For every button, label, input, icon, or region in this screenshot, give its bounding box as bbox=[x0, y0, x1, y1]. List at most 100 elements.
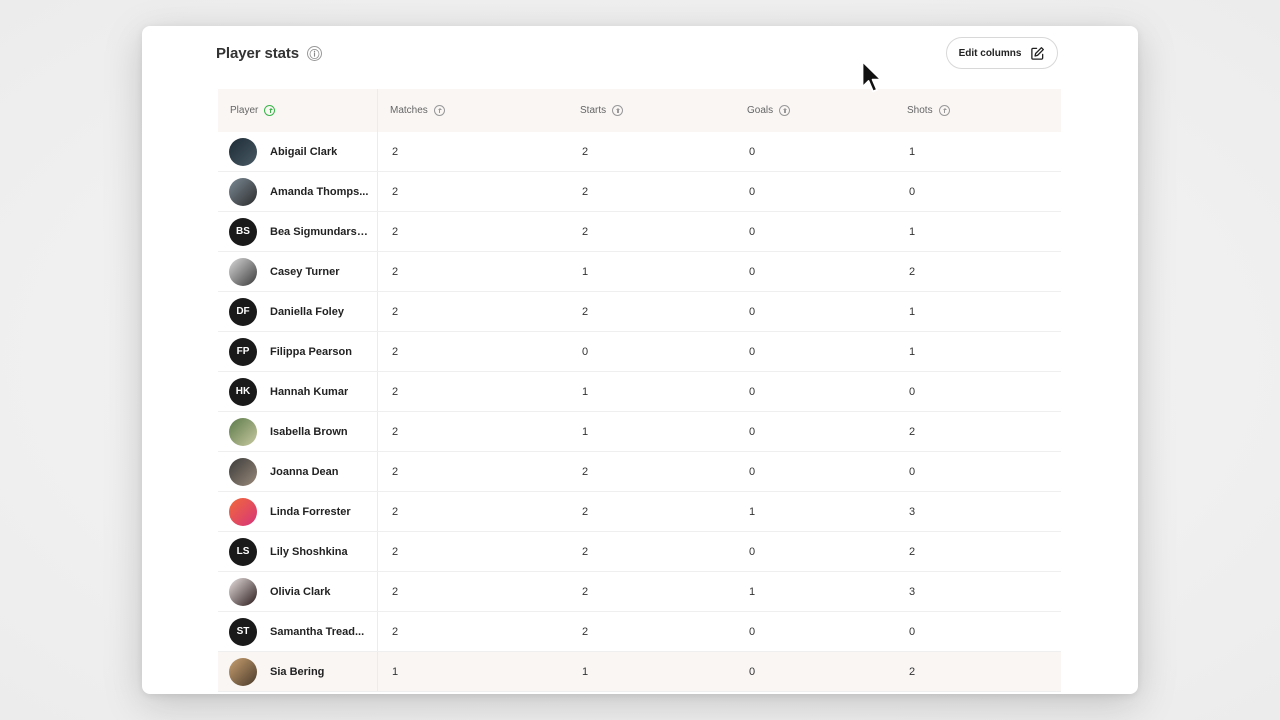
avatar bbox=[229, 657, 257, 686]
goals-cell: 0 bbox=[749, 425, 756, 438]
sort-arrow-icon[interactable] bbox=[938, 105, 950, 116]
goals-cell: 0 bbox=[749, 225, 756, 238]
avatar: ST bbox=[229, 617, 257, 646]
player-name: Olivia Clark bbox=[270, 585, 331, 598]
sort-arrow-icon[interactable] bbox=[433, 105, 445, 116]
column-header-player[interactable]: Player bbox=[218, 89, 378, 132]
player-cell[interactable]: Casey Turner bbox=[218, 252, 378, 291]
starts-cell: 2 bbox=[582, 465, 589, 478]
shots-cell: 0 bbox=[909, 185, 916, 198]
table-row[interactable]: Linda Forrester 2 2 1 3 bbox=[218, 492, 1061, 532]
table-row[interactable]: HK Hannah Kumar 2 1 0 0 bbox=[218, 372, 1061, 412]
column-header-shots[interactable]: Shots bbox=[895, 89, 1061, 132]
sort-arrow-icon[interactable] bbox=[264, 105, 276, 116]
goals-cell: 0 bbox=[749, 265, 756, 278]
shots-cell: 2 bbox=[909, 545, 916, 558]
table-row[interactable]: BS Bea Sigmundarson 2 2 0 1 bbox=[218, 212, 1061, 252]
matches-cell: 2 bbox=[392, 465, 399, 478]
edit-columns-label: Edit columns bbox=[958, 47, 1022, 59]
matches-cell: 2 bbox=[392, 425, 399, 438]
column-header-label: Starts bbox=[580, 105, 607, 116]
player-cell[interactable]: DF Daniella Foley bbox=[218, 292, 378, 331]
stats-table: Player Matches Starts Goals Shots Abigail Cl… bbox=[218, 89, 1061, 692]
starts-cell: 1 bbox=[582, 385, 589, 398]
matches-cell: 2 bbox=[392, 625, 399, 638]
table-row[interactable]: Olivia Clark 2 2 1 3 bbox=[218, 572, 1061, 612]
player-name: Daniella Foley bbox=[270, 305, 344, 318]
player-name: Sia Bering bbox=[270, 665, 325, 678]
player-cell[interactable]: BS Bea Sigmundarson bbox=[218, 212, 378, 251]
table-row[interactable]: Casey Turner 2 1 0 2 bbox=[218, 252, 1061, 292]
matches-cell: 1 bbox=[392, 665, 399, 678]
player-cell[interactable]: Isabella Brown bbox=[218, 412, 378, 451]
starts-cell: 2 bbox=[582, 305, 589, 318]
goals-cell: 0 bbox=[749, 545, 756, 558]
table-row[interactable]: Amanda Thomps... 2 2 0 0 bbox=[218, 172, 1061, 212]
matches-cell: 2 bbox=[392, 305, 399, 318]
mouse-cursor-icon bbox=[861, 60, 882, 93]
player-stats-card: Player stats ⓘ Edit columns Player Matche… bbox=[142, 26, 1138, 694]
table-row[interactable]: DF Daniella Foley 2 2 0 1 bbox=[218, 292, 1061, 332]
player-cell[interactable]: Joanna Dean bbox=[218, 452, 378, 491]
info-icon[interactable]: ⓘ bbox=[307, 45, 323, 61]
table-row[interactable]: LS Lily Shoshkina 2 2 0 2 bbox=[218, 532, 1061, 572]
table-row[interactable]: Joanna Dean 2 2 0 0 bbox=[218, 452, 1061, 492]
starts-cell: 1 bbox=[582, 665, 589, 678]
player-cell[interactable]: Amanda Thomps... bbox=[218, 172, 378, 211]
avatar: BS bbox=[229, 217, 257, 246]
table-body: Abigail Clark 2 2 0 1 Amanda Thomps... 2 2 0 0 BS B… bbox=[218, 132, 1061, 692]
sort-arrow-icon[interactable] bbox=[779, 105, 791, 116]
table-row[interactable]: Abigail Clark 2 2 0 1 bbox=[218, 132, 1061, 172]
player-name: Bea Sigmundarson bbox=[270, 225, 370, 238]
shots-cell: 3 bbox=[909, 505, 916, 518]
matches-cell: 2 bbox=[392, 225, 399, 238]
edit-columns-button[interactable]: Edit columns bbox=[946, 37, 1058, 69]
player-cell[interactable]: LS Lily Shoshkina bbox=[218, 532, 378, 571]
player-name: Isabella Brown bbox=[270, 425, 348, 438]
player-cell[interactable]: Olivia Clark bbox=[218, 572, 378, 611]
player-cell[interactable]: Abigail Clark bbox=[218, 132, 378, 171]
edit-icon bbox=[1031, 46, 1045, 60]
shots-cell: 0 bbox=[909, 385, 916, 398]
table-row[interactable]: Isabella Brown 2 1 0 2 bbox=[218, 412, 1061, 452]
matches-cell: 2 bbox=[392, 505, 399, 518]
column-header-goals[interactable]: Goals bbox=[735, 89, 895, 132]
table-row[interactable]: ST Samantha Tread... 2 2 0 0 bbox=[218, 612, 1061, 652]
column-header-label: Shots bbox=[907, 105, 933, 116]
starts-cell: 0 bbox=[582, 345, 589, 358]
matches-cell: 2 bbox=[392, 265, 399, 278]
player-cell[interactable]: HK Hannah Kumar bbox=[218, 372, 378, 411]
player-name: Casey Turner bbox=[270, 265, 340, 278]
player-cell[interactable]: ST Samantha Tread... bbox=[218, 612, 378, 651]
player-cell[interactable]: Linda Forrester bbox=[218, 492, 378, 531]
starts-cell: 1 bbox=[582, 425, 589, 438]
shots-cell: 3 bbox=[909, 585, 916, 598]
avatar bbox=[229, 257, 257, 286]
sort-arrow-icon[interactable] bbox=[612, 105, 624, 116]
column-header-starts[interactable]: Starts bbox=[568, 89, 735, 132]
player-cell[interactable]: Sia Bering bbox=[218, 652, 378, 691]
player-name: Lily Shoshkina bbox=[270, 545, 348, 558]
matches-cell: 2 bbox=[392, 585, 399, 598]
player-cell[interactable]: FP Filippa Pearson bbox=[218, 332, 378, 371]
table-header: Player Matches Starts Goals Shots bbox=[218, 89, 1061, 132]
column-header-matches[interactable]: Matches bbox=[378, 89, 568, 132]
matches-cell: 2 bbox=[392, 545, 399, 558]
goals-cell: 0 bbox=[749, 625, 756, 638]
goals-cell: 0 bbox=[749, 665, 756, 678]
avatar: HK bbox=[229, 377, 257, 406]
goals-cell: 1 bbox=[749, 505, 756, 518]
starts-cell: 2 bbox=[582, 545, 589, 558]
matches-cell: 2 bbox=[392, 185, 399, 198]
table-row[interactable]: FP Filippa Pearson 2 0 0 1 bbox=[218, 332, 1061, 372]
page-title: Player stats bbox=[216, 44, 300, 62]
shots-cell: 1 bbox=[909, 225, 916, 238]
stage-background: Player stats ⓘ Edit columns Player Matche… bbox=[0, 0, 1280, 720]
goals-cell: 0 bbox=[749, 185, 756, 198]
table-row[interactable]: Sia Bering 1 1 0 2 bbox=[218, 652, 1061, 692]
shots-cell: 1 bbox=[909, 345, 916, 358]
avatar bbox=[229, 137, 257, 166]
matches-cell: 2 bbox=[392, 385, 399, 398]
starts-cell: 2 bbox=[582, 505, 589, 518]
matches-cell: 2 bbox=[392, 145, 399, 158]
